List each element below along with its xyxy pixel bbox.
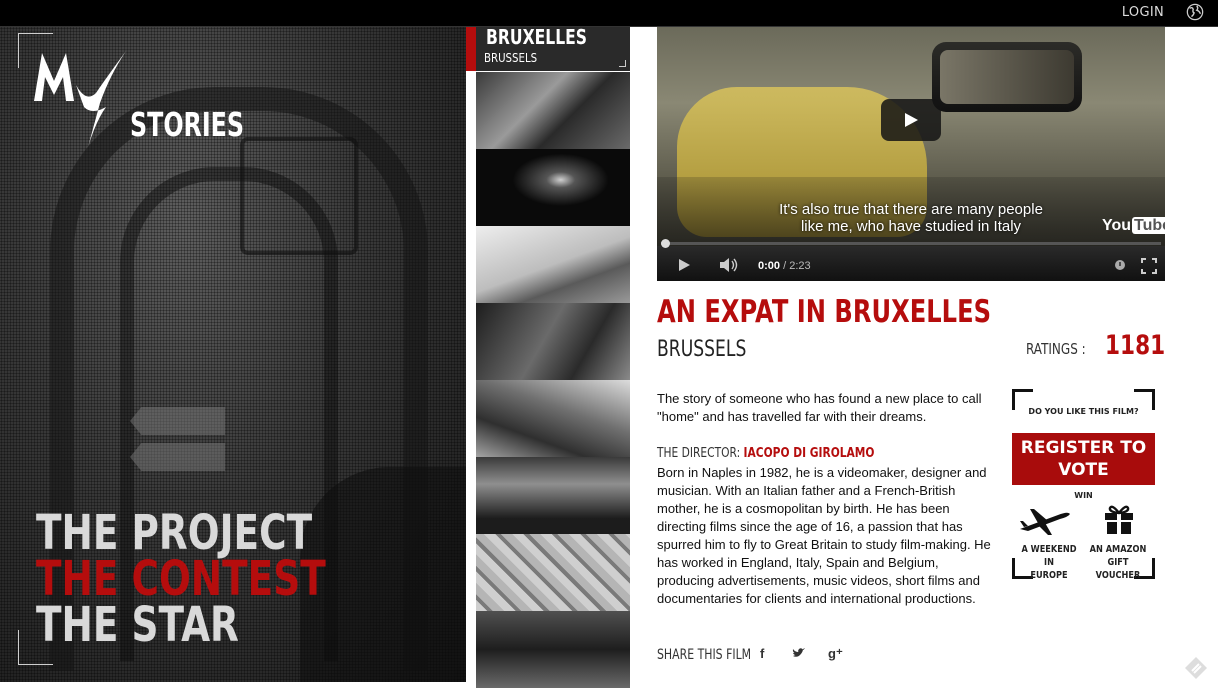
vote-box: DO YOU LIKE THIS FILM? REGISTER TO VOTE … xyxy=(1012,389,1155,581)
thumbnail-list xyxy=(476,27,630,688)
volume-icon[interactable] xyxy=(719,257,739,273)
menu-the-contest[interactable]: THE CONTEST xyxy=(36,555,326,603)
vote-question: DO YOU LIKE THIS FILM? xyxy=(1028,407,1139,416)
background-sign xyxy=(130,443,225,471)
ratings-label: RATINGS : xyxy=(1025,340,1086,358)
register-to-vote-button[interactable]: REGISTER TO VOTE xyxy=(1012,433,1155,485)
thumbnail-2[interactable] xyxy=(476,72,630,149)
hero-panel: STORIES THE PROJECT THE CONTEST THE STAR xyxy=(0,27,466,682)
film-description: The story of someone who has found a new… xyxy=(657,391,982,424)
youtube-logo[interactable]: YouTube xyxy=(1102,217,1165,235)
background-lantern xyxy=(240,137,358,255)
thumbnail-6[interactable] xyxy=(476,380,630,457)
win-label: WIN xyxy=(1074,491,1093,500)
share-label: SHARE THIS FILM xyxy=(657,647,752,663)
selected-indicator xyxy=(466,27,476,71)
film-gallery: BRUXELLES BRUSSELS xyxy=(466,25,631,688)
film-title: AN EXPAT IN BRUXELLES xyxy=(657,294,992,330)
menu-the-star[interactable]: THE STAR xyxy=(36,601,239,649)
video-scene-mirror xyxy=(932,42,1082,112)
subtitle-line: like me, who have studied in Italy xyxy=(800,218,1022,235)
thumbnail-7[interactable] xyxy=(476,457,630,534)
director-label: THE DIRECTOR: xyxy=(657,446,741,461)
thumbnail-4[interactable] xyxy=(476,226,630,303)
twitter-icon[interactable] xyxy=(792,647,805,659)
play-small-icon[interactable] xyxy=(677,258,691,272)
info-icon[interactable] xyxy=(1115,260,1125,270)
top-bar: LOGIN xyxy=(0,0,1218,27)
fullscreen-icon[interactable] xyxy=(1141,258,1157,274)
director-line: THE DIRECTOR: IACOPO DI GIROLAMO xyxy=(657,446,874,461)
video-player[interactable]: It's also true that there are many peopl… xyxy=(657,27,1165,281)
logo-wordmark: STORIES xyxy=(130,105,245,144)
video-controls: 0:00 / 2:23 xyxy=(657,239,1165,281)
film-city: BRUSSELS xyxy=(657,337,747,362)
plane-icon xyxy=(1020,509,1070,535)
prize-weekend: A WEEKEND IN EUROPE xyxy=(1021,544,1077,581)
scrubber-handle[interactable] xyxy=(661,239,670,248)
ratings: RATINGS : 1181 xyxy=(1011,330,1165,361)
prize-gift-voucher: AN AMAZON GIFT VOUCHER xyxy=(1089,544,1147,581)
background-sign xyxy=(130,407,225,435)
progress-bar[interactable] xyxy=(661,239,1161,248)
menu-the-project[interactable]: THE PROJECT xyxy=(36,509,312,557)
globe-icon[interactable] xyxy=(1186,3,1204,21)
facebook-icon[interactable]: f xyxy=(760,646,764,661)
thumbnail-5[interactable] xyxy=(476,303,630,380)
ratings-value: 1181 xyxy=(1104,330,1165,361)
thumbnail-9[interactable] xyxy=(476,611,630,688)
thumbnail-3[interactable] xyxy=(476,149,630,226)
login-link[interactable]: LOGIN xyxy=(1122,5,1164,20)
director-name[interactable]: IACOPO DI GIROLAMO xyxy=(744,446,875,461)
thumbnail-8[interactable] xyxy=(476,534,630,611)
play-icon[interactable] xyxy=(881,99,941,141)
gift-icon xyxy=(1105,505,1133,534)
director-bio: Born in Naples in 1982, he is a videomak… xyxy=(657,465,991,606)
time-display: 0:00 / 2:23 xyxy=(758,260,811,272)
feed-icon[interactable] xyxy=(1184,656,1208,680)
video-subtitles: It's also true that there are many peopl… xyxy=(657,201,1165,235)
google-plus-icon[interactable]: g⁺ xyxy=(828,646,843,662)
subtitle-line: It's also true that there are many peopl… xyxy=(779,201,1043,218)
